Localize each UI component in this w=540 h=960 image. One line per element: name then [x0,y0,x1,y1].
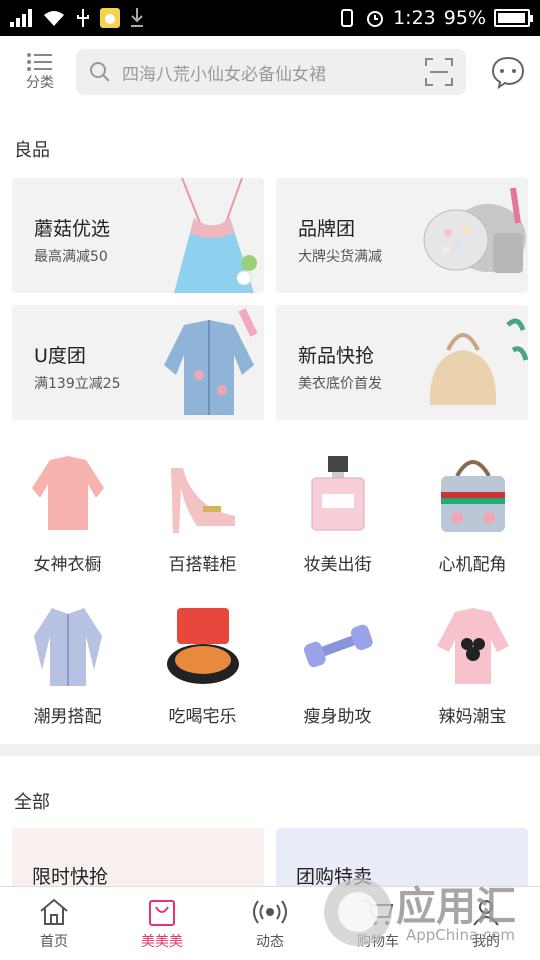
perfume-icon [311,456,364,531]
bag-icon [440,460,505,532]
category-item[interactable]: 潮男搭配 [0,590,135,742]
flash-sale-title: 限时快抢 [32,866,109,888]
section-divider [0,744,540,756]
promo-card-title: U度团 [34,345,86,367]
category-label: 百搭鞋柜 [168,555,237,575]
category-label: 瘦身助攻 [303,707,372,727]
cart-icon [363,900,394,925]
lace-dress-icon [174,178,257,293]
promo-card-subtitle: 大牌尖货满减 [298,249,382,265]
category-label: 分类 [26,75,54,91]
battery-percent: 95% [443,7,486,29]
alarm-icon [367,11,384,27]
snack-icon [166,608,239,684]
search-bar[interactable]: 四海八荒小仙女必备仙女裙 [76,49,466,95]
category-item[interactable]: 女神衣橱 [0,438,135,590]
category-grid: 女神衣橱 百搭鞋柜 妆美出街 心机配角 潮男搭配 吃喝宅乐 瘦身助攻 辣妈潮宝 [0,438,540,742]
vibrate-icon [341,9,354,27]
shopping-bag-icon [149,900,175,926]
notification-app-icon [100,8,120,28]
chat-bubble-icon [491,56,525,89]
wifi-icon [44,11,64,26]
category-item[interactable]: 心机配角 [405,438,540,590]
section-title-all: 全部 [14,792,50,813]
category-button[interactable]: 分类 [12,52,68,92]
section-title-good: 良品 [14,140,50,161]
tab-cart[interactable]: 购物车 [324,887,432,960]
message-button[interactable] [488,52,528,92]
group-buy-card[interactable]: 团购特卖 [276,828,528,888]
category-item[interactable]: 吃喝宅乐 [135,590,270,742]
broadcast-icon [253,900,287,924]
bottom-cards: 限时快抢 团购特卖 [12,828,528,888]
download-icon [131,8,143,27]
makeup-pearls-icon [423,187,526,273]
tab-label: 购物车 [357,934,399,950]
promo-card-subtitle: 满139立减25 [34,376,121,392]
category-item[interactable]: 百搭鞋柜 [135,438,270,590]
category-item[interactable]: 瘦身助攻 [270,590,405,742]
dumbbell-icon [303,624,373,668]
denim-jacket-icon [164,308,258,415]
tab-label: 我的 [472,934,500,950]
category-label: 潮男搭配 [33,707,102,727]
status-bar: 1:23 95% [0,0,540,36]
usb-icon [77,9,89,27]
promo-card-udu[interactable]: U度团 满139立减25 [12,305,264,420]
promo-card-brand[interactable]: 品牌团 大牌尖货满减 [276,178,528,293]
heel-shoe-icon [170,468,235,533]
shirt-icon [33,608,102,686]
tab-label: 动态 [256,934,284,950]
search-placeholder: 四海八荒小仙女必备仙女裙 [122,64,326,85]
promo-card-title: 新品快抢 [298,345,375,367]
tab-label: 美美美 [141,934,183,950]
tab-feed[interactable]: 动态 [216,887,324,960]
battery-icon [494,9,533,27]
category-item[interactable]: 辣妈潮宝 [405,590,540,742]
status-time: 1:23 [393,7,436,29]
scan-icon[interactable] [424,57,454,87]
search-icon [90,62,110,82]
category-label: 女神衣橱 [33,555,102,575]
promo-card-title: 蘑菇优选 [34,218,111,240]
promo-card-subtitle: 美衣底价首发 [298,376,382,392]
profile-icon [473,900,499,926]
promo-card-mogu[interactable]: 蘑菇优选 最高满减50 [12,178,264,293]
tab-profile[interactable]: 我的 [432,887,540,960]
bottom-tab-bar: 首页 美美美 动态 购物车 我的 [0,886,540,960]
kids-sweater-icon [436,608,509,684]
tab-label: 首页 [40,934,68,950]
promo-card-subtitle: 最高满减50 [34,249,108,265]
top-header: 分类 四海八荒小仙女必备仙女裙 [0,36,540,108]
category-label: 心机配角 [438,555,507,575]
category-item[interactable]: 妆美出街 [270,438,405,590]
category-label: 辣妈潮宝 [438,707,507,727]
signal-icon [10,9,32,27]
promo-card-title: 品牌团 [298,218,356,240]
group-buy-title: 团购特卖 [296,866,373,888]
promo-cards: 蘑菇优选 最高满减50 品牌团 大牌尖货满减 U度团 满139立减25 新品快抢… [12,178,528,420]
promo-card-new[interactable]: 新品快抢 美衣底价首发 [276,305,528,420]
menu-list-icon [27,53,52,71]
category-label: 吃喝宅乐 [168,707,237,727]
pink-sweater-icon [31,456,104,530]
home-icon [40,898,68,925]
flash-sale-card[interactable]: 限时快抢 [12,828,264,888]
handbag-icon [429,318,528,405]
tab-meimeimei[interactable]: 美美美 [108,887,216,960]
category-label: 妆美出街 [303,555,372,575]
tab-home[interactable]: 首页 [0,887,108,960]
